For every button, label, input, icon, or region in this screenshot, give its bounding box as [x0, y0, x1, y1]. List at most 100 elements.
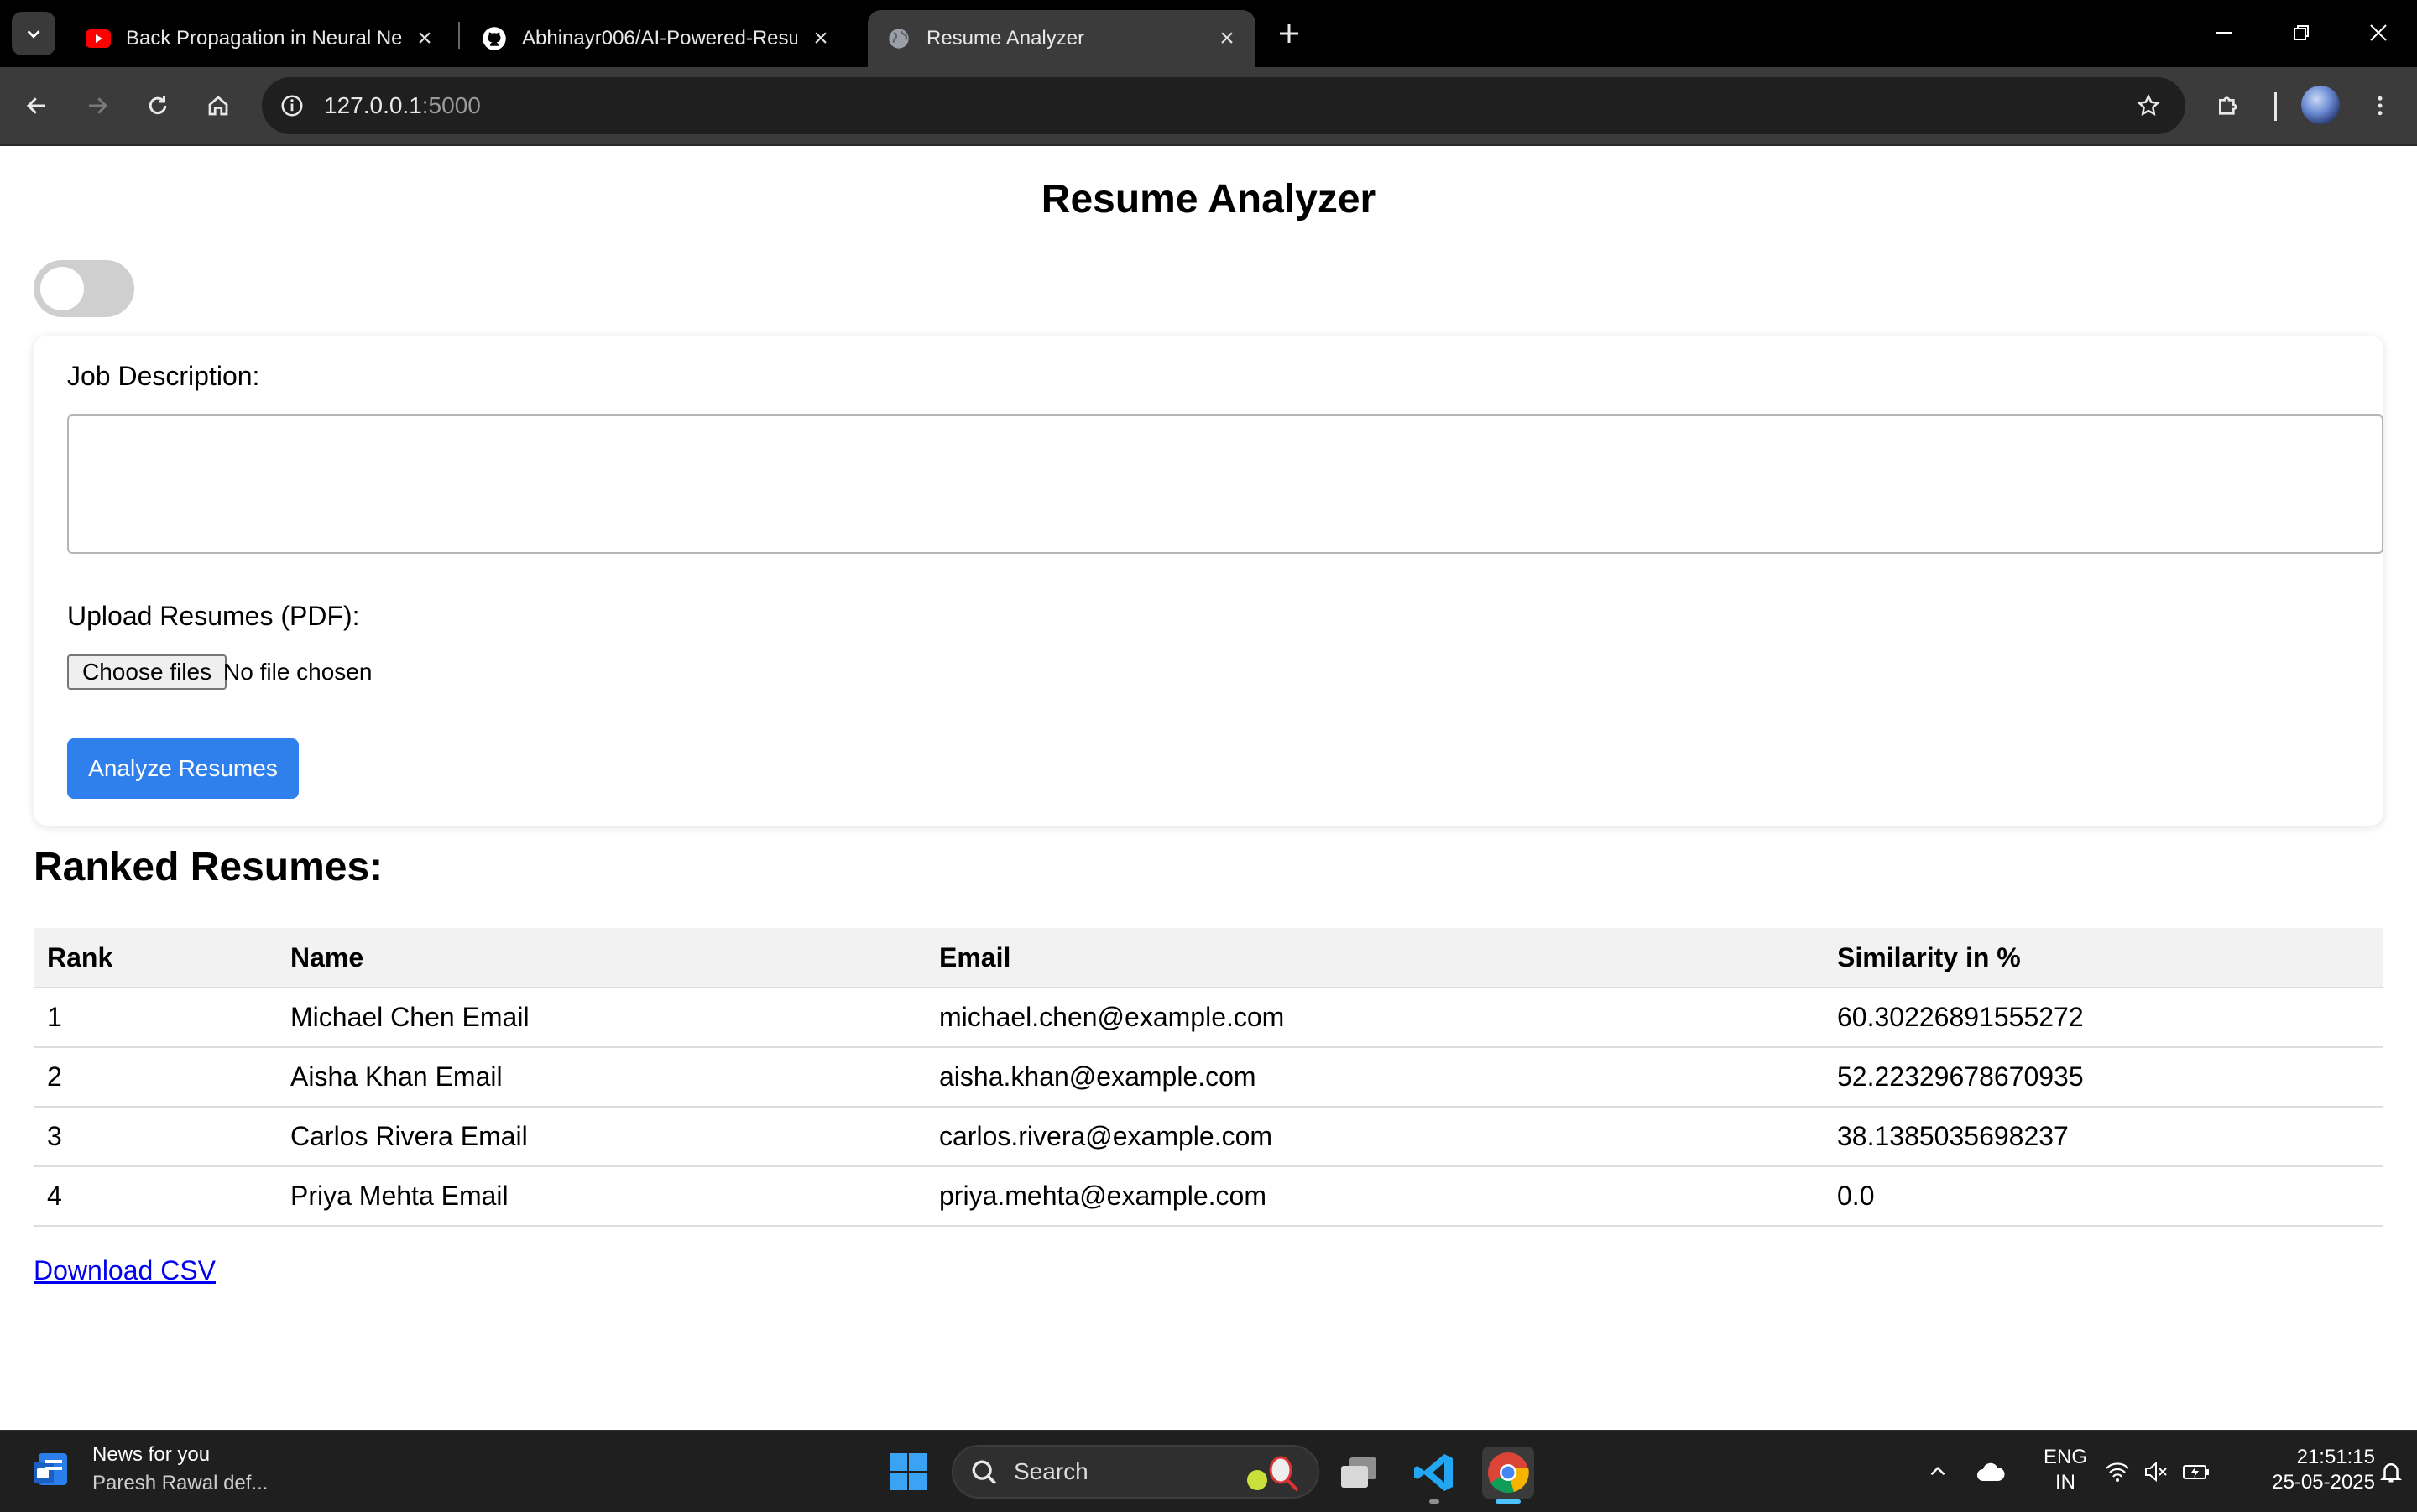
extensions-button[interactable] — [2209, 86, 2249, 126]
input-language-indicator[interactable]: ENG IN — [2036, 1445, 2095, 1495]
tab-resume-analyzer[interactable]: Resume Analyzer × — [868, 10, 1255, 67]
news-widget[interactable]: News for you Paresh Rawal def... — [30, 1443, 268, 1495]
chevron-down-icon — [27, 30, 40, 39]
taskbar-task-view[interactable] — [1333, 1447, 1385, 1499]
tab-separator — [458, 22, 460, 49]
bell-icon — [2379, 1463, 2403, 1483]
column-header-rank: Rank — [34, 928, 277, 988]
table-row: 4 Priya Mehta Email priya.mehta@example.… — [34, 1166, 2383, 1227]
vscode-icon — [1414, 1454, 1453, 1491]
choose-files-button[interactable]: Choose files — [67, 654, 227, 690]
taskbar-chrome[interactable] — [1482, 1447, 1534, 1504]
table-row: 1 Michael Chen Email michael.chen@exampl… — [34, 988, 2383, 1048]
windows-taskbar: News for you Paresh Rawal def... Search — [0, 1430, 2417, 1512]
taskbar-clock[interactable]: 21:51:15 25-05-2025 — [2232, 1445, 2375, 1495]
minimize-button[interactable] — [2199, 12, 2249, 54]
running-indicator — [1429, 1499, 1439, 1504]
plus-icon — [1280, 24, 1298, 43]
cell-rank: 2 — [34, 1047, 277, 1108]
puzzle-icon — [2219, 96, 2237, 115]
browser-menu-button[interactable] — [2360, 86, 2400, 126]
file-status-text: No file chosen — [223, 659, 373, 685]
tab-title: Abhinayr006/AI-Powered-Resu — [522, 27, 797, 50]
cell-rank: 4 — [34, 1166, 277, 1227]
home-button[interactable] — [198, 86, 238, 126]
cell-email: carlos.rivera@example.com — [926, 1107, 1824, 1167]
url-host: 127.0.0.1 — [324, 92, 422, 118]
reload-button[interactable] — [138, 86, 178, 126]
news-icon — [34, 1453, 67, 1485]
cell-email: priya.mehta@example.com — [926, 1166, 1824, 1227]
tennis-icon — [1247, 1456, 1299, 1492]
restore-button[interactable] — [2276, 12, 2326, 54]
chevron-up-icon — [1930, 1466, 1945, 1476]
bookmark-star-icon[interactable] — [2130, 87, 2167, 124]
windows-start-icon[interactable] — [888, 1452, 928, 1492]
home-icon — [208, 96, 228, 116]
toolbar-divider — [2274, 92, 2277, 121]
cell-rank: 3 — [34, 1107, 277, 1167]
back-button[interactable] — [17, 86, 57, 126]
dark-mode-toggle[interactable] — [34, 260, 134, 317]
job-description-textarea[interactable] — [67, 414, 2383, 554]
download-csv-link[interactable]: Download CSV — [34, 1255, 216, 1286]
cell-similarity: 0.0 — [1824, 1166, 2383, 1227]
running-indicator — [1496, 1499, 1521, 1504]
cell-similarity: 52.22329678670935 — [1824, 1047, 2383, 1108]
cell-name: Carlos Rivera Email — [277, 1107, 926, 1167]
battery-tray-button[interactable] — [2182, 1431, 2211, 1512]
more-vertical-icon — [2378, 96, 2383, 116]
column-header-similarity: Similarity in % — [1824, 928, 2383, 988]
clock-date: 25-05-2025 — [2272, 1471, 2375, 1494]
close-icon[interactable]: × — [410, 23, 440, 54]
tab-search-button[interactable] — [12, 12, 55, 55]
battery-charging-icon — [2183, 1465, 2209, 1479]
cell-rank: 1 — [34, 988, 277, 1048]
analyze-resumes-button[interactable]: Analyze Resumes — [67, 738, 299, 799]
notifications-button[interactable] — [2378, 1431, 2404, 1512]
analyzer-form-card: Job Description: Upload Resumes (PDF): C… — [34, 336, 2383, 826]
cell-name: Michael Chen Email — [277, 988, 926, 1048]
news-headline: Paresh Rawal def... — [92, 1472, 269, 1494]
tab-title: Resume Analyzer — [927, 27, 1085, 50]
search-icon — [972, 1460, 997, 1485]
tab-back-propagation[interactable]: Back Propagation in Neural Net × — [67, 10, 453, 67]
ranked-resumes-table: Rank Name Email Similarity in % 1 Michae… — [34, 928, 2383, 1227]
clock-time: 21:51:15 — [2296, 1446, 2375, 1468]
restore-icon — [2294, 25, 2309, 40]
taskbar-vscode[interactable] — [1408, 1447, 1460, 1504]
arrow-right-icon — [89, 97, 108, 114]
address-bar[interactable]: 127.0.0.1:5000 — [262, 77, 2185, 134]
minimize-icon — [2216, 32, 2232, 34]
close-window-button[interactable] — [2353, 12, 2404, 54]
url-port: :5000 — [421, 92, 481, 118]
column-header-name: Name — [277, 928, 926, 988]
wifi-icon — [2106, 1462, 2129, 1482]
new-tab-button[interactable] — [1269, 13, 1309, 54]
job-description-label: Job Description: — [67, 361, 260, 391]
volume-tray-button[interactable] — [2143, 1431, 2169, 1512]
site-info-icon[interactable] — [274, 87, 311, 124]
page-title: Resume Analyzer — [1041, 177, 1376, 222]
url-text[interactable]: 127.0.0.1:5000 — [324, 77, 481, 134]
github-icon — [482, 26, 507, 51]
profile-avatar[interactable] — [2301, 86, 2340, 124]
show-hidden-icons-button[interactable] — [1927, 1431, 1949, 1512]
close-icon[interactable]: × — [1212, 23, 1242, 54]
upload-resumes-label: Upload Resumes (PDF): — [67, 601, 360, 631]
news-title: News for you — [92, 1443, 211, 1466]
language-code: ENG — [2043, 1446, 2087, 1468]
reload-icon — [149, 96, 167, 115]
wifi-tray-button[interactable] — [2105, 1431, 2130, 1512]
chrome-icon — [1488, 1452, 1529, 1494]
close-icon[interactable]: × — [806, 23, 836, 54]
forward-button[interactable] — [77, 86, 117, 126]
taskbar-search-box[interactable]: Search — [952, 1445, 1319, 1499]
cell-email: aisha.khan@example.com — [926, 1047, 1824, 1108]
youtube-icon — [86, 26, 111, 51]
tab-github[interactable]: Abhinayr006/AI-Powered-Resu × — [463, 10, 849, 67]
browser-toolbar: 127.0.0.1:5000 — [0, 67, 2417, 146]
region-code: IN — [2055, 1471, 2075, 1494]
close-icon — [2370, 24, 2387, 41]
onedrive-tray-button[interactable] — [1976, 1431, 2006, 1512]
